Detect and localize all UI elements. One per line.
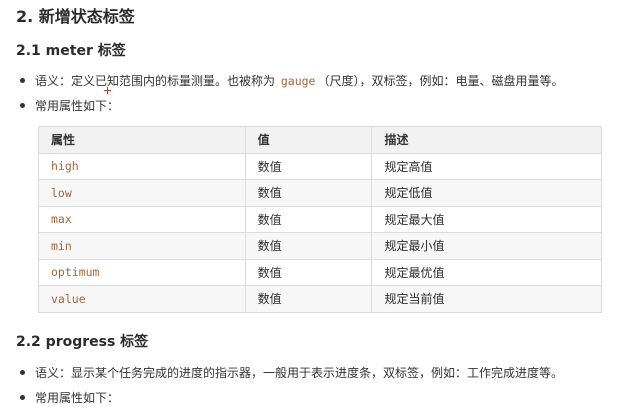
text-cursor-icon (104, 87, 111, 94)
bullet-dot (20, 370, 25, 375)
bullet-dot (20, 78, 25, 83)
meter-heading: 2.1 meter 标签 (16, 43, 126, 59)
table-cell-value: 数值 (244, 285, 373, 313)
table-cell-desc: 规定最小值 (371, 232, 602, 260)
table-row: low 数值 规定低值 (38, 179, 602, 207)
attr-code: high (51, 159, 79, 174)
attr-code: value (51, 291, 86, 306)
meter-attrs-intro-text: 常用属性如下： (35, 99, 120, 113)
header-desc: 描述 (371, 126, 602, 154)
table-cell-desc: 规定高值 (371, 152, 602, 180)
meter-desc-prefix: 语义：定义已知范围内的标量测量。也被称为 (35, 74, 276, 88)
attr-code: min (51, 238, 72, 253)
progress-heading: 2.2 progress 标签 (16, 334, 149, 350)
progress-description: 语义：显示某个任务完成的进度的指示器，一般用于表示进度条，双标签，例如：工作完成… (20, 364, 563, 382)
progress-attrs-intro-text: 常用属性如下： (35, 391, 120, 405)
meter-attrs-intro: 常用属性如下： (20, 97, 119, 115)
table-cell-desc: 规定最大值 (371, 205, 602, 233)
table-cell-attr: low (38, 179, 246, 207)
table-cell-value: 数值 (244, 179, 373, 207)
meter-desc-suffix: （尺度），双标签，例如：电量、磁盘用量等。 (317, 74, 564, 88)
progress-desc-text: 语义：显示某个任务完成的进度的指示器，一般用于表示进度条，双标签，例如：工作完成… (35, 366, 564, 380)
bullet-dot (20, 395, 25, 400)
attr-code: low (51, 185, 72, 200)
table-row: optimum 数值 规定最优值 (38, 258, 602, 286)
document-page: 2. 新增状态标签 2.1 meter 标签 语义：定义已知范围内的标量测量。也… (0, 0, 630, 405)
bullet-dot (20, 103, 25, 108)
meter-description: 语义：定义已知范围内的标量测量。也被称为 gauge （尺度），双标签，例如：电量… (20, 72, 563, 90)
attr-code: optimum (51, 265, 100, 280)
table-cell-value: 数值 (244, 232, 373, 260)
header-attr: 属性 (38, 126, 246, 154)
table-cell-value: 数值 (244, 258, 373, 286)
table-cell-value: 数值 (244, 205, 373, 233)
attr-code: max (51, 212, 72, 227)
table-cell-attr: max (38, 205, 246, 233)
table-cell-desc: 规定低值 (371, 179, 602, 207)
table-row: min 数值 规定最小值 (38, 232, 602, 260)
header-value: 值 (244, 126, 373, 154)
table-cell-attr: high (38, 152, 246, 180)
table-header-row: 属性 值 描述 (38, 126, 602, 154)
table-cell-attr: min (38, 232, 246, 260)
table-cell-attr: optimum (38, 258, 246, 286)
table-row: value 数值 规定当前值 (38, 285, 602, 313)
table-row: high 数值 规定高值 (38, 152, 602, 180)
table-cell-desc: 规定最优值 (371, 258, 602, 286)
table-cell-value: 数值 (244, 152, 373, 180)
section-title: 2. 新增状态标签 (16, 7, 135, 26)
meter-attributes-table: 属性 值 描述 high 数值 规定高值 low 数值 规定低值 max 数值 … (38, 126, 602, 313)
meter-desc-code: gauge (280, 74, 316, 88)
table-cell-desc: 规定当前值 (371, 285, 602, 313)
table-cell-attr: value (38, 285, 246, 313)
progress-attrs-intro: 常用属性如下： (20, 389, 119, 407)
table-row: max 数值 规定最大值 (38, 205, 602, 233)
